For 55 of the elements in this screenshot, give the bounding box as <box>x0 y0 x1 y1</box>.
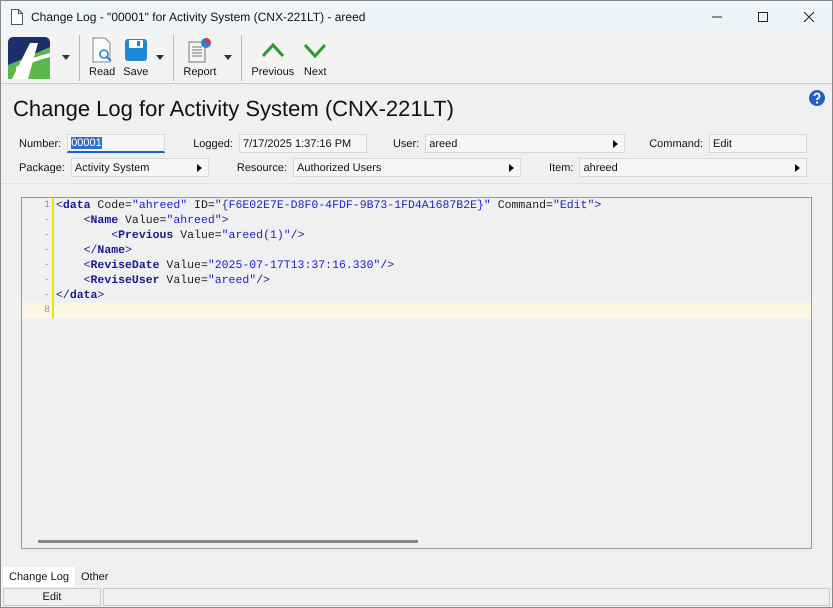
next-button[interactable]: Next <box>298 37 332 78</box>
picker-field[interactable]: Authorized Users <box>293 158 522 177</box>
line-number: - <box>42 215 51 226</box>
app-logo-icon[interactable] <box>8 36 50 78</box>
arrow-right-icon <box>613 140 618 148</box>
input-field[interactable]: 7/17/2025 1:37:16 PM <box>238 134 367 153</box>
picker-field[interactable]: areed <box>425 134 626 153</box>
save-icon <box>124 37 148 63</box>
arrow-right-icon <box>795 164 800 172</box>
field-label: Resource: <box>236 162 288 174</box>
previous-button[interactable]: Previous <box>247 37 298 78</box>
report-button[interactable]: Report <box>179 37 220 78</box>
save-button[interactable]: Save <box>119 37 152 78</box>
field-label: Package: <box>19 162 65 174</box>
input-field[interactable]: 00001 <box>67 134 166 153</box>
maximize-icon[interactable] <box>757 10 769 22</box>
field-label: Item: <box>549 162 574 174</box>
code-editor[interactable] <box>21 197 812 549</box>
arrow-right-icon <box>196 164 202 172</box>
window-title: Change Log - "00001" for Activity System (CNX-221LT) - areed <box>31 10 366 24</box>
field-label: Logged: <box>193 138 233 150</box>
code-line: <data Code="ahreed" ID="{F6E02E7E-D8F0-4FDF-9B73-1FD4A1687B2E}" Command="Edit"> <box>56 199 602 212</box>
scrollbar-thumb[interactable] <box>38 540 418 542</box>
status-mode: Edit <box>3 588 101 606</box>
line-number: - <box>42 290 51 301</box>
line-number: 8 <box>42 305 51 316</box>
field-label: Number: <box>19 138 62 150</box>
caret-icon[interactable] <box>156 55 164 60</box>
arrow-right-icon <box>509 164 514 172</box>
code-line: </Name> <box>82 244 132 257</box>
picker-field[interactable]: Activity System <box>70 158 209 177</box>
caret-icon[interactable] <box>62 55 70 60</box>
line-number: - <box>42 260 51 271</box>
page-heading: Change Log for Activity System (CNX-221LT) <box>13 96 454 122</box>
field-label: User: <box>392 138 420 150</box>
input-field[interactable]: Edit <box>709 134 808 153</box>
code-line: </data> <box>56 289 104 302</box>
code-line: <Name Value="ahreed"> <box>82 214 229 227</box>
code-line: <ReviseDate Value="2025-07-17T13:37:16.330"/> <box>82 259 394 272</box>
code-line: <ReviseUser Value="areed"/> <box>82 274 270 287</box>
report-icon <box>186 37 213 63</box>
line-number: - <box>42 230 51 241</box>
close-icon[interactable] <box>803 10 815 22</box>
help-icon[interactable] <box>809 90 825 106</box>
picker-field[interactable]: ahreed <box>579 158 808 177</box>
tab[interactable]: Change Log <box>3 567 75 587</box>
field-label: Command: <box>649 138 704 150</box>
document-search-icon <box>90 37 114 63</box>
line-number: - <box>42 275 51 286</box>
caret-icon[interactable] <box>224 55 232 60</box>
line-number: - <box>42 245 51 256</box>
document-icon <box>11 8 23 24</box>
read-button[interactable]: Read <box>85 37 120 78</box>
code-line: <Previous Value="areed(1)"/> <box>110 229 304 242</box>
line-number: 1 <box>42 200 51 211</box>
